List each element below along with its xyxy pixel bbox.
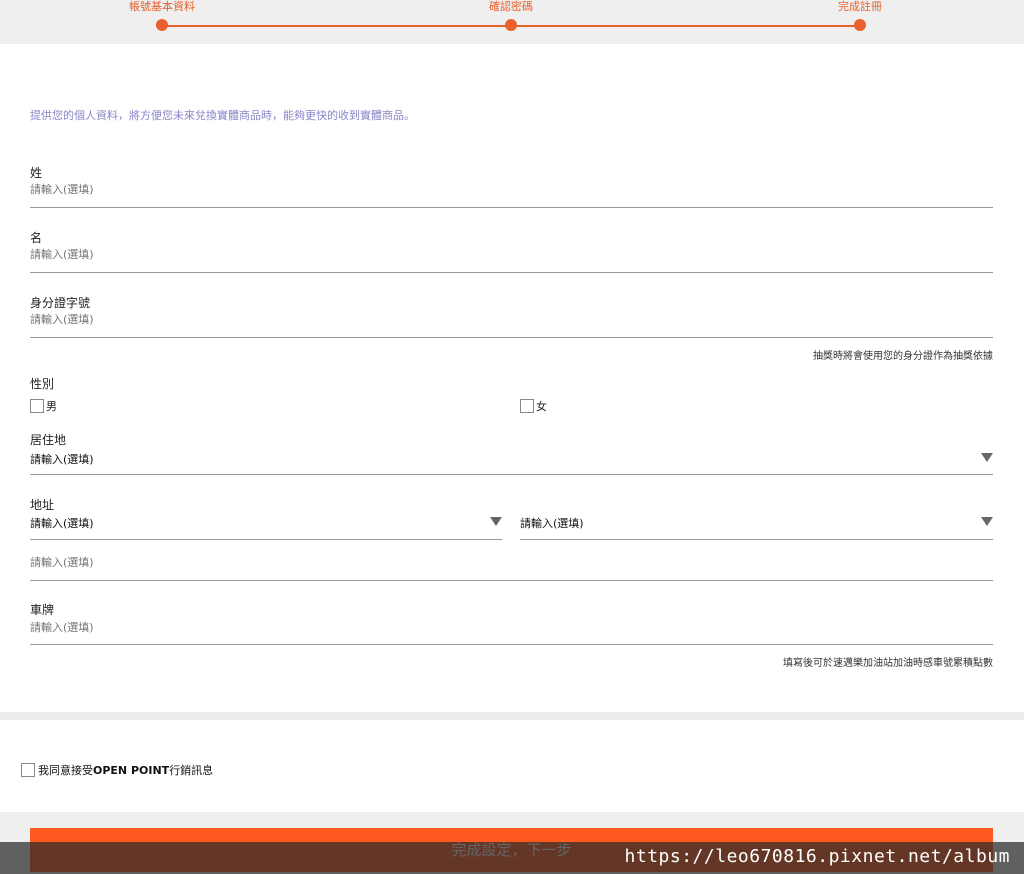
- address-district-select[interactable]: 請輸入(選填): [520, 512, 993, 540]
- first-name-label: 名: [30, 231, 43, 245]
- gender-option-female[interactable]: 女: [520, 398, 547, 414]
- gender-label: 性別: [30, 377, 55, 391]
- license-plate-field: 車牌: [30, 600, 993, 645]
- first-name-field: 名: [30, 227, 993, 273]
- section-divider: [0, 712, 1024, 720]
- id-number-hint: 抽獎時將會使用您的身分證作為抽獎依據: [813, 351, 993, 362]
- consent-checkbox[interactable]: [21, 763, 35, 777]
- dropdown-arrow-icon: [981, 453, 993, 462]
- step-label: 帳號基本資料: [129, 0, 195, 13]
- first-name-input[interactable]: [30, 248, 930, 261]
- male-checkbox[interactable]: [30, 399, 44, 413]
- license-plate-input[interactable]: [30, 621, 930, 634]
- step-complete: 完成註冊: [790, 0, 930, 31]
- address-city-selected: 請輸入(選填): [30, 517, 94, 530]
- dropdown-arrow-icon: [981, 517, 993, 526]
- address-district-selected: 請輸入(選填): [520, 517, 584, 530]
- last-name-label: 姓: [30, 166, 43, 180]
- gender-option-male[interactable]: 男: [30, 398, 57, 414]
- consent-brand: OPEN POINT: [93, 764, 170, 777]
- step-label: 完成註冊: [838, 0, 882, 13]
- male-label: 男: [46, 400, 57, 413]
- id-number-input[interactable]: [30, 313, 930, 326]
- watermark: https://leo670816.pixnet.net/album: [624, 846, 1010, 867]
- address-label: 地址: [30, 498, 55, 512]
- step-dot: [854, 19, 866, 31]
- consent-suffix: 行銷訊息: [169, 764, 214, 777]
- marketing-consent[interactable]: 我同意接受OPEN POINT行銷訊息: [21, 762, 213, 778]
- last-name-input[interactable]: [30, 183, 930, 196]
- step-dot: [505, 19, 517, 31]
- id-number-label: 身分證字號: [30, 296, 91, 310]
- license-plate-label: 車牌: [30, 603, 55, 617]
- progress-stepper: 帳號基本資料 確認密碼 完成註冊: [0, 0, 1024, 44]
- address-street-field: [30, 552, 993, 581]
- dropdown-arrow-icon: [490, 517, 502, 526]
- step-label: 確認密碼: [489, 0, 533, 13]
- consent-label: 我同意接受OPEN POINT行銷訊息: [38, 762, 213, 778]
- intro-text: 提供您的個人資料，將方便您未來兌換實體商品時，能夠更快的收到實體商品。: [30, 109, 415, 122]
- address-street-input[interactable]: [30, 556, 930, 569]
- last-name-field: 姓: [30, 162, 993, 208]
- residence-select[interactable]: 請輸入(選填): [30, 448, 993, 475]
- license-plate-hint: 填寫後可於速邁樂加油站加油時感車號累積點數: [783, 658, 993, 669]
- residence-label: 居住地: [30, 433, 67, 447]
- id-number-field: 身分證字號: [30, 292, 993, 338]
- residence-selected: 請輸入(選填): [30, 453, 94, 466]
- registration-page: 帳號基本資料 確認密碼 完成註冊 提供您的個人資料，將方便您未來兌換實體商品時，…: [0, 0, 1024, 874]
- step-dot: [156, 19, 168, 31]
- address-city-select[interactable]: 請輸入(選填): [30, 512, 502, 540]
- step-confirm-password: 確認密碼: [441, 0, 581, 31]
- female-checkbox[interactable]: [520, 399, 534, 413]
- step-basic-info: 帳號基本資料: [92, 0, 232, 31]
- consent-prefix: 我同意接受: [38, 764, 93, 777]
- female-label: 女: [536, 400, 547, 413]
